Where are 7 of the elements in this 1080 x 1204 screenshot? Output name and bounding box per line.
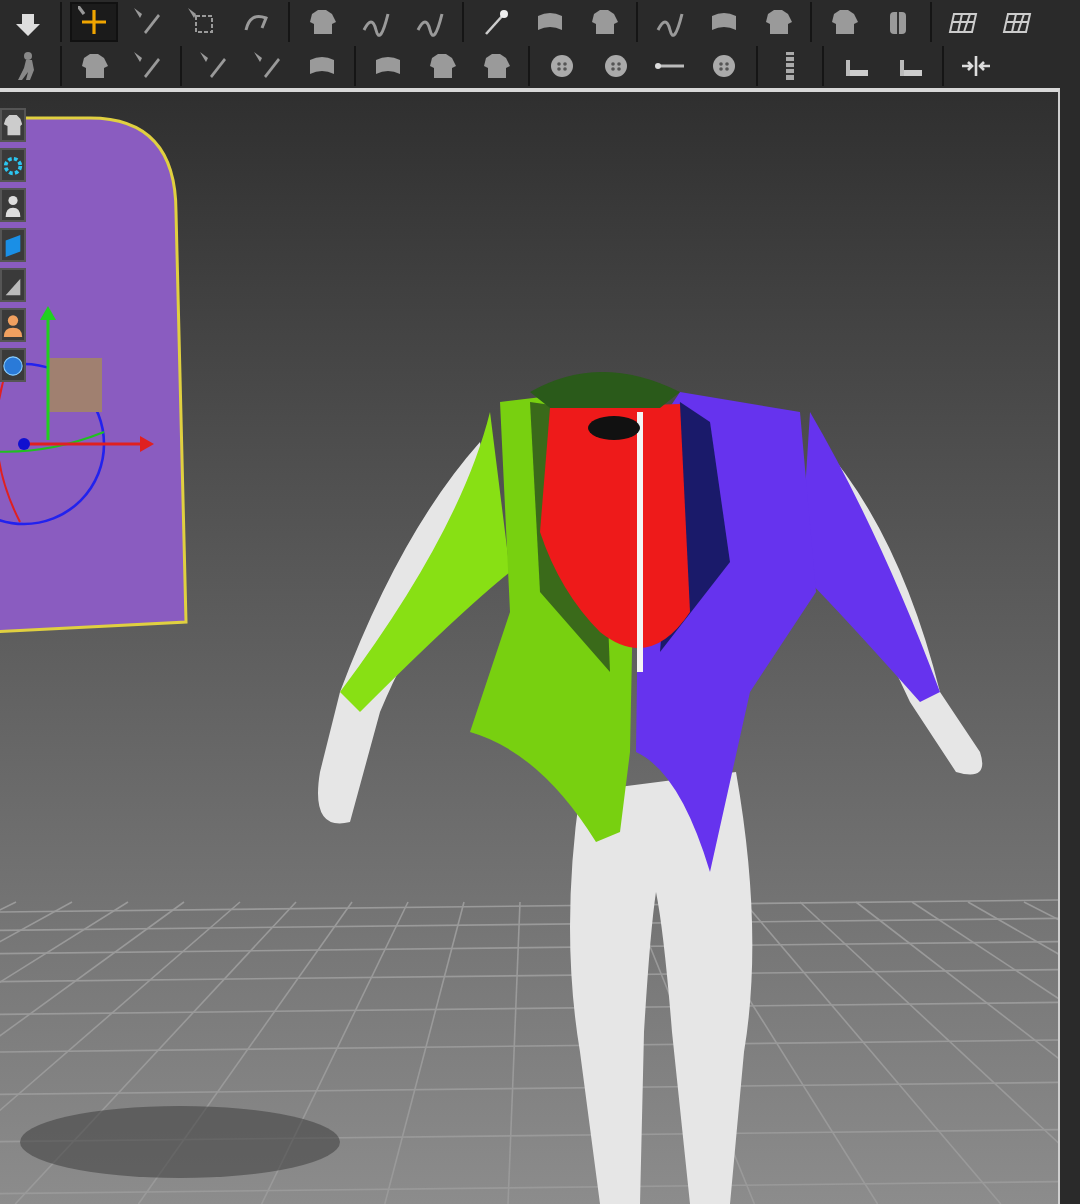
shirt-icon[interactable] (0, 108, 26, 142)
globe-icon[interactable] (0, 348, 26, 382)
person-icon[interactable] (0, 188, 26, 222)
avatar-icon[interactable] (0, 308, 26, 342)
move-tool-icon[interactable] (70, 2, 118, 42)
ring-icon[interactable] (0, 148, 26, 182)
shape-icon[interactable] (0, 268, 26, 302)
